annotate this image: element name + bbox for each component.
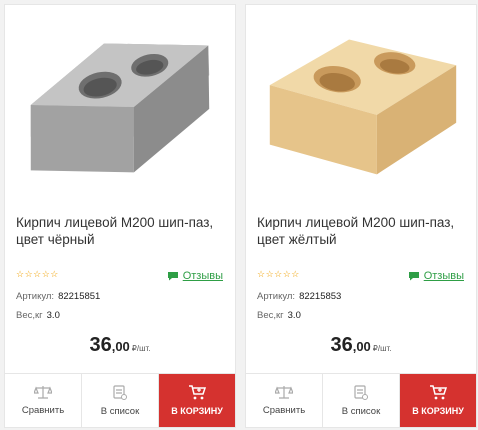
yellow-brick-image[interactable] <box>246 5 476 195</box>
product-title[interactable]: Кирпич лицевой М200 шип-паз, цвет жёлтый <box>257 214 469 248</box>
compare-label: Сравнить <box>21 405 65 416</box>
article-label: Артикул: <box>16 291 55 302</box>
product-title[interactable]: Кирпич лицевой М200 шип-паз, цвет чёрный <box>16 214 228 248</box>
article-label: Артикул: <box>257 291 296 302</box>
price-unit: ₽/шт. <box>131 344 151 353</box>
list-icon <box>354 384 368 400</box>
reviews-label[interactable]: Отзывы <box>424 270 464 282</box>
price: 36,00 ₽/шт. <box>5 334 235 357</box>
price-integer: 36 <box>89 334 112 356</box>
rating-stars: ☆☆☆☆☆ <box>257 269 300 279</box>
add-to-cart-button[interactable]: В КОРЗИНУ <box>400 374 476 427</box>
weight-value: 3.0 <box>287 310 301 321</box>
price-decimal: ,00 <box>352 339 371 354</box>
reviews-link[interactable]: Отзывы <box>408 270 464 282</box>
article-row: Артикул: 82215851 <box>16 291 100 302</box>
cart-icon <box>430 385 447 400</box>
product-card: Кирпич лицевой М200 шип-паз, цвет жёлтый… <box>245 4 477 428</box>
rating-stars: ☆☆☆☆☆ <box>16 269 59 279</box>
cart-label: В КОРЗИНУ <box>171 406 223 416</box>
scales-icon <box>275 386 293 399</box>
product-card: Кирпич лицевой М200 шип-паз, цвет чёрный… <box>4 4 236 428</box>
add-to-list-button[interactable]: В список <box>323 374 400 427</box>
list-label: В список <box>100 405 140 417</box>
compare-label: Сравнить <box>262 405 306 416</box>
list-label: В список <box>341 405 381 417</box>
add-to-list-button[interactable]: В список <box>82 374 159 427</box>
reviews-link[interactable]: Отзывы <box>167 270 223 282</box>
article-value: 82215853 <box>299 291 342 302</box>
cart-label: В КОРЗИНУ <box>412 406 464 416</box>
price: 36,00 ₽/шт. <box>246 334 476 357</box>
weight-label: Вес,кг <box>16 310 43 321</box>
list-icon <box>113 384 127 400</box>
grey-brick-image[interactable] <box>5 5 235 195</box>
action-bar: Сравнить В список В КОРЗИНУ <box>246 373 476 427</box>
weight-label: Вес,кг <box>257 310 284 321</box>
chat-bubble-icon <box>167 272 178 281</box>
scales-icon <box>34 386 52 399</box>
price-unit: ₽/шт. <box>372 344 392 353</box>
price-decimal: ,00 <box>111 339 130 354</box>
chat-bubble-icon <box>408 272 419 281</box>
compare-button[interactable]: Сравнить <box>246 374 323 427</box>
compare-button[interactable]: Сравнить <box>5 374 82 427</box>
weight-row: Вес,кг 3.0 <box>257 310 301 321</box>
price-integer: 36 <box>330 334 353 356</box>
weight-row: Вес,кг 3.0 <box>16 310 60 321</box>
article-row: Артикул: 82215853 <box>257 291 341 302</box>
article-value: 82215851 <box>58 291 101 302</box>
add-to-cart-button[interactable]: В КОРЗИНУ <box>159 374 235 427</box>
cart-icon <box>189 385 206 400</box>
weight-value: 3.0 <box>46 310 60 321</box>
action-bar: Сравнить В список В КОРЗИНУ <box>5 373 235 427</box>
reviews-label[interactable]: Отзывы <box>183 270 223 282</box>
